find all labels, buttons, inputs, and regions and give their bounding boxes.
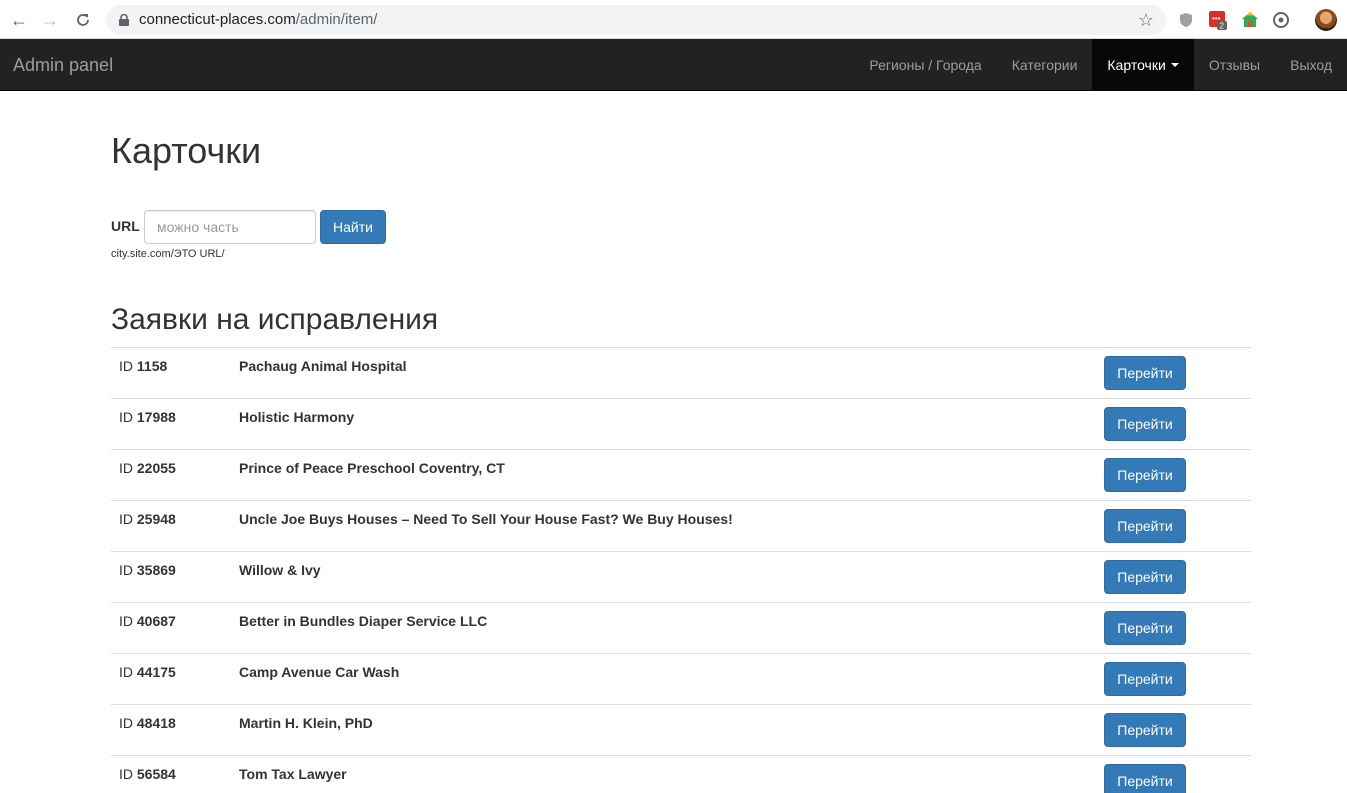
row-name: Holistic Harmony [231,398,1096,450]
row-id: 40687 [136,613,176,629]
row-action-cell: Перейти [1096,398,1251,450]
table-row: ID 25948 Uncle Joe Buys Houses – Need To … [111,500,1251,552]
row-id-cell: ID 56584 [111,755,231,793]
row-id: 17988 [136,409,176,425]
id-prefix: ID [119,460,133,476]
table-row: ID 35869 Willow & Ivy Перейти [111,551,1251,603]
id-prefix: ID [119,511,133,527]
row-action-cell: Перейти [1096,653,1251,705]
row-id: 1158 [136,358,168,374]
row-action-cell: Перейти [1096,500,1251,552]
table-row: ID 48418 Martin H. Klein, PhD Перейти [111,704,1251,756]
row-name: Uncle Joe Buys Houses – Need To Sell You… [231,500,1096,552]
bookmark-star-icon[interactable]: ☆ [1138,10,1154,30]
nav-item-categories[interactable]: Категории [997,39,1093,90]
row-name: Willow & Ivy [231,551,1096,603]
nav-item-logout[interactable]: Выход [1275,39,1347,90]
table-row: ID 22055 Prince of Peace Preschool Covent… [111,449,1251,501]
url-help-text: city.site.com/ЭТО URL/ [111,248,225,260]
row-id: 44175 [136,664,176,680]
table-row: ID 40687 Better in Bundles Diaper Service… [111,602,1251,654]
row-action-cell: Перейти [1096,347,1251,399]
row-name: Camp Avenue Car Wash [231,653,1096,705]
lock-icon [119,14,129,26]
row-id: 35869 [136,562,176,578]
row-id: 56584 [136,766,176,782]
back-arrow-icon[interactable]: ← [9,10,29,30]
nav-item-regions[interactable]: Регионы / Города [854,39,996,90]
go-button[interactable]: Перейти [1104,662,1186,696]
row-id-cell: ID 40687 [111,602,231,654]
url-text: connecticut-places.com/admin/item/ [139,11,377,28]
todo-extension-icon[interactable]: •••2 [1208,10,1228,30]
go-button[interactable]: Перейти [1104,764,1186,793]
sync-extension-icon[interactable] [1271,10,1291,30]
id-prefix: ID [119,358,133,374]
home-extension-icon[interactable] [1240,10,1260,30]
row-id-cell: ID 25948 [111,500,231,552]
table-row: ID 44175 Camp Avenue Car Wash Перейти [111,653,1251,705]
forward-arrow-icon[interactable]: → [40,10,60,30]
row-id-cell: ID 17988 [111,398,231,450]
section-title-corrections: Заявки на исправления [111,303,439,336]
row-name: Tom Tax Lawyer [231,755,1096,793]
nav-item-reviews[interactable]: Отзывы [1194,39,1275,90]
go-button[interactable]: Перейти [1104,713,1186,747]
table-row: ID 56584 Tom Tax Lawyer Перейти [111,755,1251,793]
row-id-cell: ID 48418 [111,704,231,756]
browser-toolbar: ← → connecticut-places.com/admin/item/ ☆… [0,0,1347,39]
admin-navbar: Admin panel Регионы / Города Категории К… [0,39,1347,91]
table-row: ID 1158 Pachaug Animal Hospital Перейти [111,347,1251,399]
id-prefix: ID [119,409,133,425]
extension-badge-count: 2 [1220,22,1225,31]
navbar-brand[interactable]: Admin panel [13,54,113,76]
go-button[interactable]: Перейти [1104,356,1186,390]
id-prefix: ID [119,766,133,782]
reload-icon[interactable] [73,10,93,30]
url-path: /admin/item/ [295,11,378,28]
row-name: Pachaug Animal Hospital [231,347,1096,399]
table-row: ID 17988 Holistic Harmony Перейти [111,398,1251,450]
row-action-cell: Перейти [1096,755,1251,793]
row-id-cell: ID 44175 [111,653,231,705]
id-prefix: ID [119,613,133,629]
profile-avatar[interactable] [1315,9,1337,31]
url-host: connecticut-places.com [139,11,296,28]
nav-item-cards-label: Карточки [1107,56,1166,73]
caret-down-icon [1170,62,1179,67]
row-id-cell: ID 35869 [111,551,231,603]
row-id: 48418 [136,715,176,731]
row-name: Prince of Peace Preschool Coventry, CT [231,449,1096,501]
id-prefix: ID [119,664,133,680]
shield-extension-icon[interactable] [1176,10,1196,30]
row-action-cell: Перейти [1096,602,1251,654]
go-button[interactable]: Перейти [1104,509,1186,543]
page-title: Карточки [111,130,262,171]
row-name: Martin H. Klein, PhD [231,704,1096,756]
navbar-menu: Регионы / Города Категории Карточки Отзы… [854,39,1347,90]
corrections-table: ID 1158 Pachaug Animal Hospital Перейти ID … [111,347,1251,793]
id-prefix: ID [119,715,133,731]
row-action-cell: Перейти [1096,449,1251,501]
row-id: 22055 [136,460,176,476]
row-id-cell: ID 22055 [111,449,231,501]
go-button[interactable]: Перейти [1104,611,1186,645]
id-prefix: ID [119,562,133,578]
find-button[interactable]: Найти [320,210,386,244]
address-bar[interactable]: connecticut-places.com/admin/item/ ☆ [106,5,1166,35]
go-button[interactable]: Перейти [1104,407,1186,441]
url-search-input[interactable] [144,210,316,244]
row-action-cell: Перейти [1096,704,1251,756]
row-id: 25948 [136,511,176,527]
url-search-label: URL [111,218,140,234]
row-id-cell: ID 1158 [111,347,231,399]
nav-item-cards[interactable]: Карточки [1092,39,1194,90]
row-action-cell: Перейти [1096,551,1251,603]
row-name: Better in Bundles Diaper Service LLC [231,602,1096,654]
go-button[interactable]: Перейти [1104,560,1186,594]
go-button[interactable]: Перейти [1104,458,1186,492]
